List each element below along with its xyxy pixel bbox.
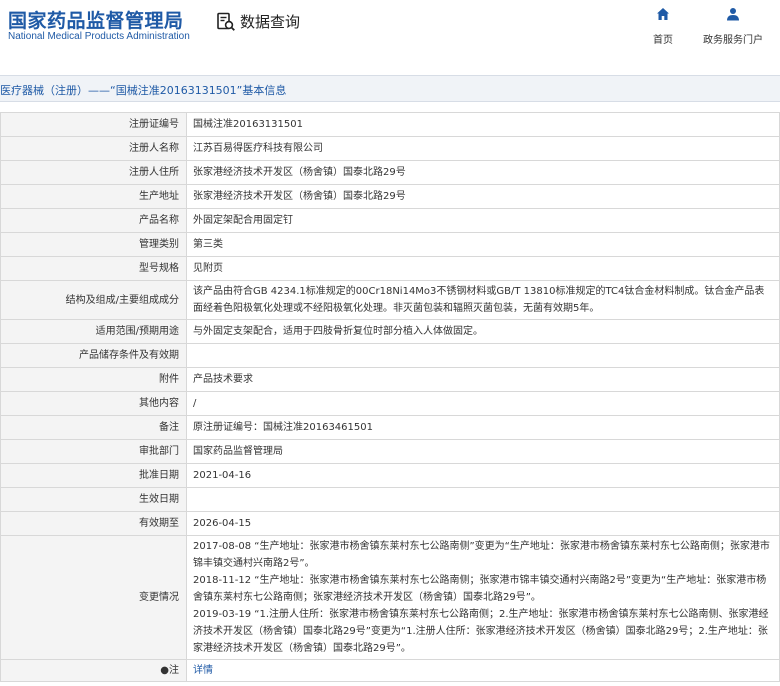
site-logo-en[interactable]: National Medical Products Administration <box>8 31 190 42</box>
row-label: 有效期至 <box>0 511 187 536</box>
table-row: 附件 产品技术要求 <box>0 367 780 392</box>
details-link[interactable]: 详情 <box>193 665 213 676</box>
row-value: / <box>186 391 780 416</box>
table-row: 结构及组成/主要组成成分 该产品由符合GB 4234.1标准规定的00Cr18N… <box>0 280 780 320</box>
row-value: 该产品由符合GB 4234.1标准规定的00Cr18Ni14Mo3不锈钢材料或G… <box>186 280 780 320</box>
table-row: 其他内容 / <box>0 391 780 416</box>
nav-home-label: 首页 <box>653 35 673 46</box>
table-row: 产品储存条件及有效期 <box>0 343 780 368</box>
table-row: 批准日期 2021-04-16 <box>0 463 780 488</box>
site-header: 国家药品监督管理局 National Medical Products Admi… <box>0 0 780 62</box>
row-label: 其他内容 <box>0 391 187 416</box>
row-value <box>186 487 780 512</box>
table-row: 备注 原注册证编号：国械注准20163461501 <box>0 415 780 440</box>
row-label: 管理类别 <box>0 232 187 257</box>
note-label: ●注 <box>0 659 187 682</box>
row-value: 原注册证编号：国械注准20163461501 <box>186 415 780 440</box>
row-value: 见附页 <box>186 256 780 281</box>
row-label: 注册人名称 <box>0 136 187 161</box>
table-row: 型号规格 见附页 <box>0 256 780 281</box>
row-label: 附件 <box>0 367 187 392</box>
table-row: 管理类别 第三类 <box>0 232 780 257</box>
row-label: 注册证编号 <box>0 112 187 137</box>
device-info-table: 注册证编号 国械注准20163131501 注册人名称 江苏百易得医疗科技有限公… <box>0 112 780 682</box>
row-value: 张家港经济技术开发区（杨舍镇）国泰北路29号 <box>186 160 780 185</box>
row-value: 第三类 <box>186 232 780 257</box>
row-label: 结构及组成/主要组成成分 <box>0 280 187 320</box>
table-row: 适用范围/预期用途 与外固定支架配合，适用于四肢骨折复位时部分植入人体做固定。 <box>0 319 780 344</box>
row-value: 国械注准20163131501 <box>186 112 780 137</box>
table-row: 生效日期 <box>0 487 780 512</box>
site-logo-cn[interactable]: 国家药品监督管理局 <box>8 6 184 33</box>
row-value <box>186 343 780 368</box>
table-row: 生产地址 张家港经济技术开发区（杨舍镇）国泰北路29号 <box>0 184 780 209</box>
table-row: 有效期至 2026-04-15 <box>0 511 780 536</box>
data-query-label: 数据查询 <box>240 13 301 31</box>
note-value: 详情 <box>186 659 780 682</box>
row-label: 备注 <box>0 415 187 440</box>
change-entry: 2019-03-19 “1.注册人住所：张家港市杨舍镇东莱村东七公路南侧；2.生… <box>193 609 769 654</box>
table-row: 注册证编号 国械注准20163131501 <box>0 112 780 137</box>
row-label: 审批部门 <box>0 439 187 464</box>
row-value: 江苏百易得医疗科技有限公司 <box>186 136 780 161</box>
row-label: 适用范围/预期用途 <box>0 319 187 344</box>
change-entry: 2018-11-12 “生产地址：张家港市杨舍镇东莱村东七公路南侧；张家港市锦丰… <box>193 575 767 603</box>
change-entry: 2017-08-08 “生产地址：张家港市杨舍镇东莱村东七公路南侧”变更为“生产… <box>193 541 770 569</box>
row-label: 批准日期 <box>0 463 187 488</box>
row-value: 外固定架配合用固定钉 <box>186 208 780 233</box>
table-row: 注册人住所 张家港经济技术开发区（杨舍镇）国泰北路29号 <box>0 160 780 185</box>
row-value: 国家药品监督管理局 <box>186 439 780 464</box>
document-search-icon <box>216 12 236 32</box>
row-label: 型号规格 <box>0 256 187 281</box>
change-history-row: 变更情况 2017-08-08 “生产地址：张家港市杨舍镇东莱村东七公路南侧”变… <box>0 535 780 660</box>
row-value: 张家港经济技术开发区（杨舍镇）国泰北路29号 <box>186 184 780 209</box>
breadcrumb-bar: 医疗器械（注册）——“国械注准20163131501”基本信息 <box>0 75 780 102</box>
row-label: 产品名称 <box>0 208 187 233</box>
row-label: 生效日期 <box>0 487 187 512</box>
row-label: 变更情况 <box>0 535 187 660</box>
nav-service-label: 政务服务门户 <box>703 35 763 46</box>
row-value: 2026-04-15 <box>186 511 780 536</box>
nav-home[interactable]: 首页 <box>628 6 698 46</box>
user-icon <box>726 6 740 25</box>
note-row: ●注 详情 <box>0 659 780 682</box>
row-value: 产品技术要求 <box>186 367 780 392</box>
row-label: 注册人住所 <box>0 160 187 185</box>
change-history: 2017-08-08 “生产地址：张家港市杨舍镇东莱村东七公路南侧”变更为“生产… <box>186 535 780 660</box>
breadcrumb: 医疗器械（注册）——“国械注准20163131501”基本信息 <box>0 84 287 97</box>
data-query-title: 数据查询 <box>216 11 300 32</box>
table-row: 产品名称 外固定架配合用固定钉 <box>0 208 780 233</box>
table-row: 审批部门 国家药品监督管理局 <box>0 439 780 464</box>
row-value: 2021-04-16 <box>186 463 780 488</box>
nav-service-portal[interactable]: 政务服务门户 <box>698 6 768 46</box>
row-label: 产品储存条件及有效期 <box>0 343 187 368</box>
row-label: 生产地址 <box>0 184 187 209</box>
table-row: 注册人名称 江苏百易得医疗科技有限公司 <box>0 136 780 161</box>
home-icon <box>656 6 670 25</box>
row-value: 与外固定支架配合，适用于四肢骨折复位时部分植入人体做固定。 <box>186 319 780 344</box>
